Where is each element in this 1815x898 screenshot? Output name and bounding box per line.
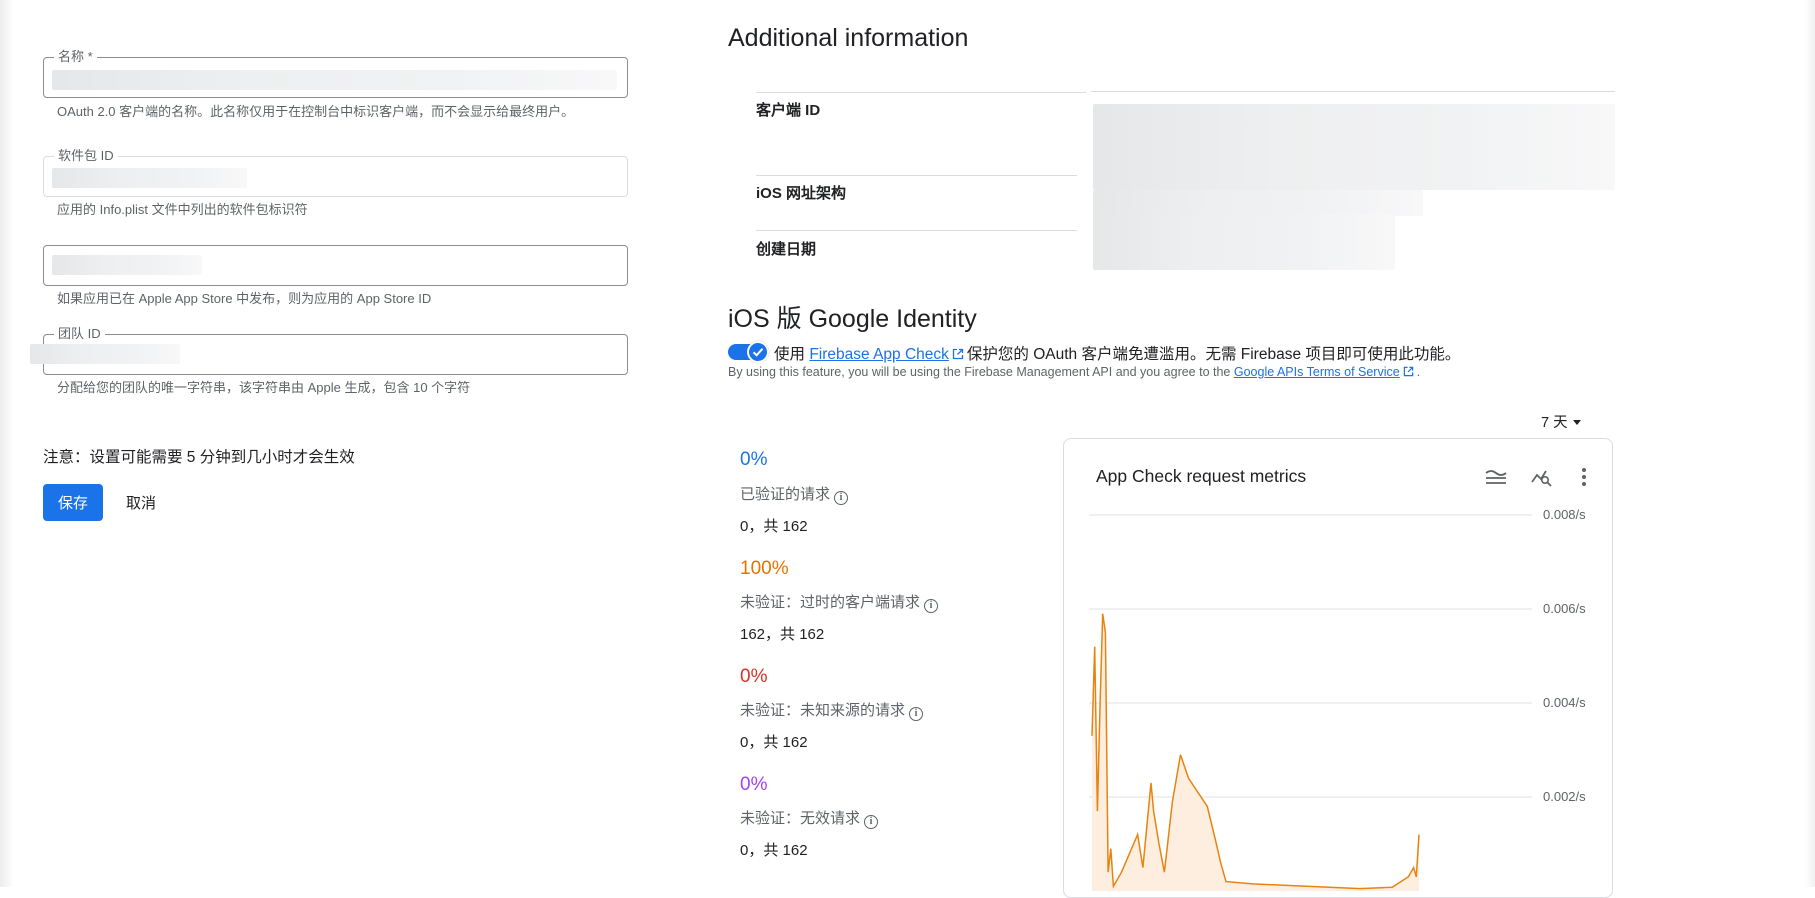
y-tick-label: 0.004/s [1543,695,1586,710]
unknown-origin-label: 未验证：未知来源的请求 i [740,699,924,721]
save-button[interactable]: 保存 [43,484,103,521]
toggle-knob [747,341,769,363]
external-link-icon [1403,366,1413,377]
info-divider [756,92,1086,93]
info-icon[interactable]: i [924,599,939,613]
settings-note: 注意：设置可能需要 5 分钟到几小时才会生效 [43,449,355,466]
redacted-app-store-value [52,255,202,275]
app-store-id-field-hint: 如果应用已在 Apple App Store 中发布，则为应用的 App Sto… [57,291,432,306]
unknown-origin-count: 0，共 162 [740,734,808,751]
y-tick-label: 0.002/s [1543,789,1586,804]
app-store-id-field[interactable] [43,245,628,286]
redacted-client-id-value [1093,104,1615,190]
creation-date-label: 创建日期 [756,241,817,258]
metrics-chart: 0.008/s 0.006/s 0.004/s 0.002/s [1089,507,1586,891]
redacted-bundle-value [52,168,247,188]
terms-text: By using this feature, you will be using… [728,365,1420,379]
bundle-id-field[interactable]: 软件包 ID [43,148,628,197]
time-range-label: 7 天 [1541,415,1568,431]
ios-url-scheme-label: iOS 网址架构 [756,185,847,202]
cancel-button[interactable]: 取消 [114,484,168,521]
check-icon [752,348,764,357]
external-link-icon [952,348,964,360]
google-identity-title: iOS 版 Google Identity [728,305,977,333]
outdated-client-count: 162，共 162 [740,626,825,643]
client-id-label: 客户端 ID [756,102,821,119]
team-id-field-label: 团队 ID [54,326,105,342]
metrics-card-title: App Check request metrics [1096,466,1307,486]
info-divider [756,175,1077,176]
unknown-origin-pct: 0% [740,666,768,687]
invalid-request-count: 0，共 162 [740,842,808,859]
info-divider [756,230,1077,231]
bundle-id-field-hint: 应用的 Info.plist 文件中列出的软件包标识符 [57,202,308,217]
redacted-creation-date-value [1093,214,1395,270]
query-stats-icon[interactable] [1530,465,1554,489]
verified-pct: 0% [740,449,768,470]
series-line [1091,613,1420,890]
series-area [1092,613,1419,891]
time-range-dropdown[interactable]: 7 天 [1541,411,1581,432]
terms-prefix: By using this feature, you will be using… [728,365,1231,379]
name-field-label: 名称 * [54,49,97,65]
team-id-field[interactable]: 团队 ID [30,326,628,375]
y-tick-label: 0.008/s [1543,507,1586,522]
name-field-hint: OAuth 2.0 客户端的名称。此名称仅用于在控制台中标识客户端，而不会显示给… [57,104,575,119]
outdated-client-pct: 100% [740,558,789,579]
additional-info-title: Additional information [728,24,969,52]
team-id-field-hint: 分配给您的团队的唯一字符串，该字符串由 Apple 生成，包含 10 个字符 [57,380,471,395]
app-check-toggle[interactable] [728,341,770,363]
legend-toggle-icon[interactable] [1484,465,1508,489]
verified-label: 已验证的请求 i [740,483,849,505]
info-icon[interactable]: i [834,491,849,505]
terms-suffix: . [1416,365,1421,379]
verified-count: 0，共 162 [740,518,808,535]
bundle-id-field-label: 软件包 ID [54,148,118,164]
caret-down-icon [1572,420,1581,425]
more-vert-icon[interactable] [1572,465,1596,489]
info-icon[interactable]: i [909,707,924,721]
invalid-request-pct: 0% [740,774,768,795]
invalid-request-label: 未验证：无效请求 i [740,807,879,829]
redacted-url-scheme-value [1093,190,1423,216]
y-tick-label: 0.006/s [1543,601,1586,616]
info-divider [1091,91,1615,92]
google-apis-terms-link[interactable]: Google APIs Terms of Service [1234,365,1400,379]
app-check-description: 使用 Firebase App Check 保护您的 OAuth 客户端免遭滥用。… [774,342,1460,364]
firebase-app-check-link[interactable]: Firebase App Check [809,346,949,363]
name-field[interactable]: 名称 * [43,49,628,98]
app-check-suffix: 保护您的 OAuth 客户端免遭滥用。无需 Firebase 项目即可使用此功能… [966,346,1461,363]
left-edge-shade [0,0,14,887]
metrics-card: 0.008/s 0.006/s 0.004/s 0.002/s App Check r… [1063,438,1613,898]
redacted-name-value [52,70,617,90]
app-check-prefix: 使用 [774,346,806,363]
right-edge-shade [1805,0,1815,887]
info-icon[interactable]: i [864,815,879,829]
outdated-client-label: 未验证：过时的客户端请求 i [740,591,939,613]
redacted-team-value [30,344,180,364]
